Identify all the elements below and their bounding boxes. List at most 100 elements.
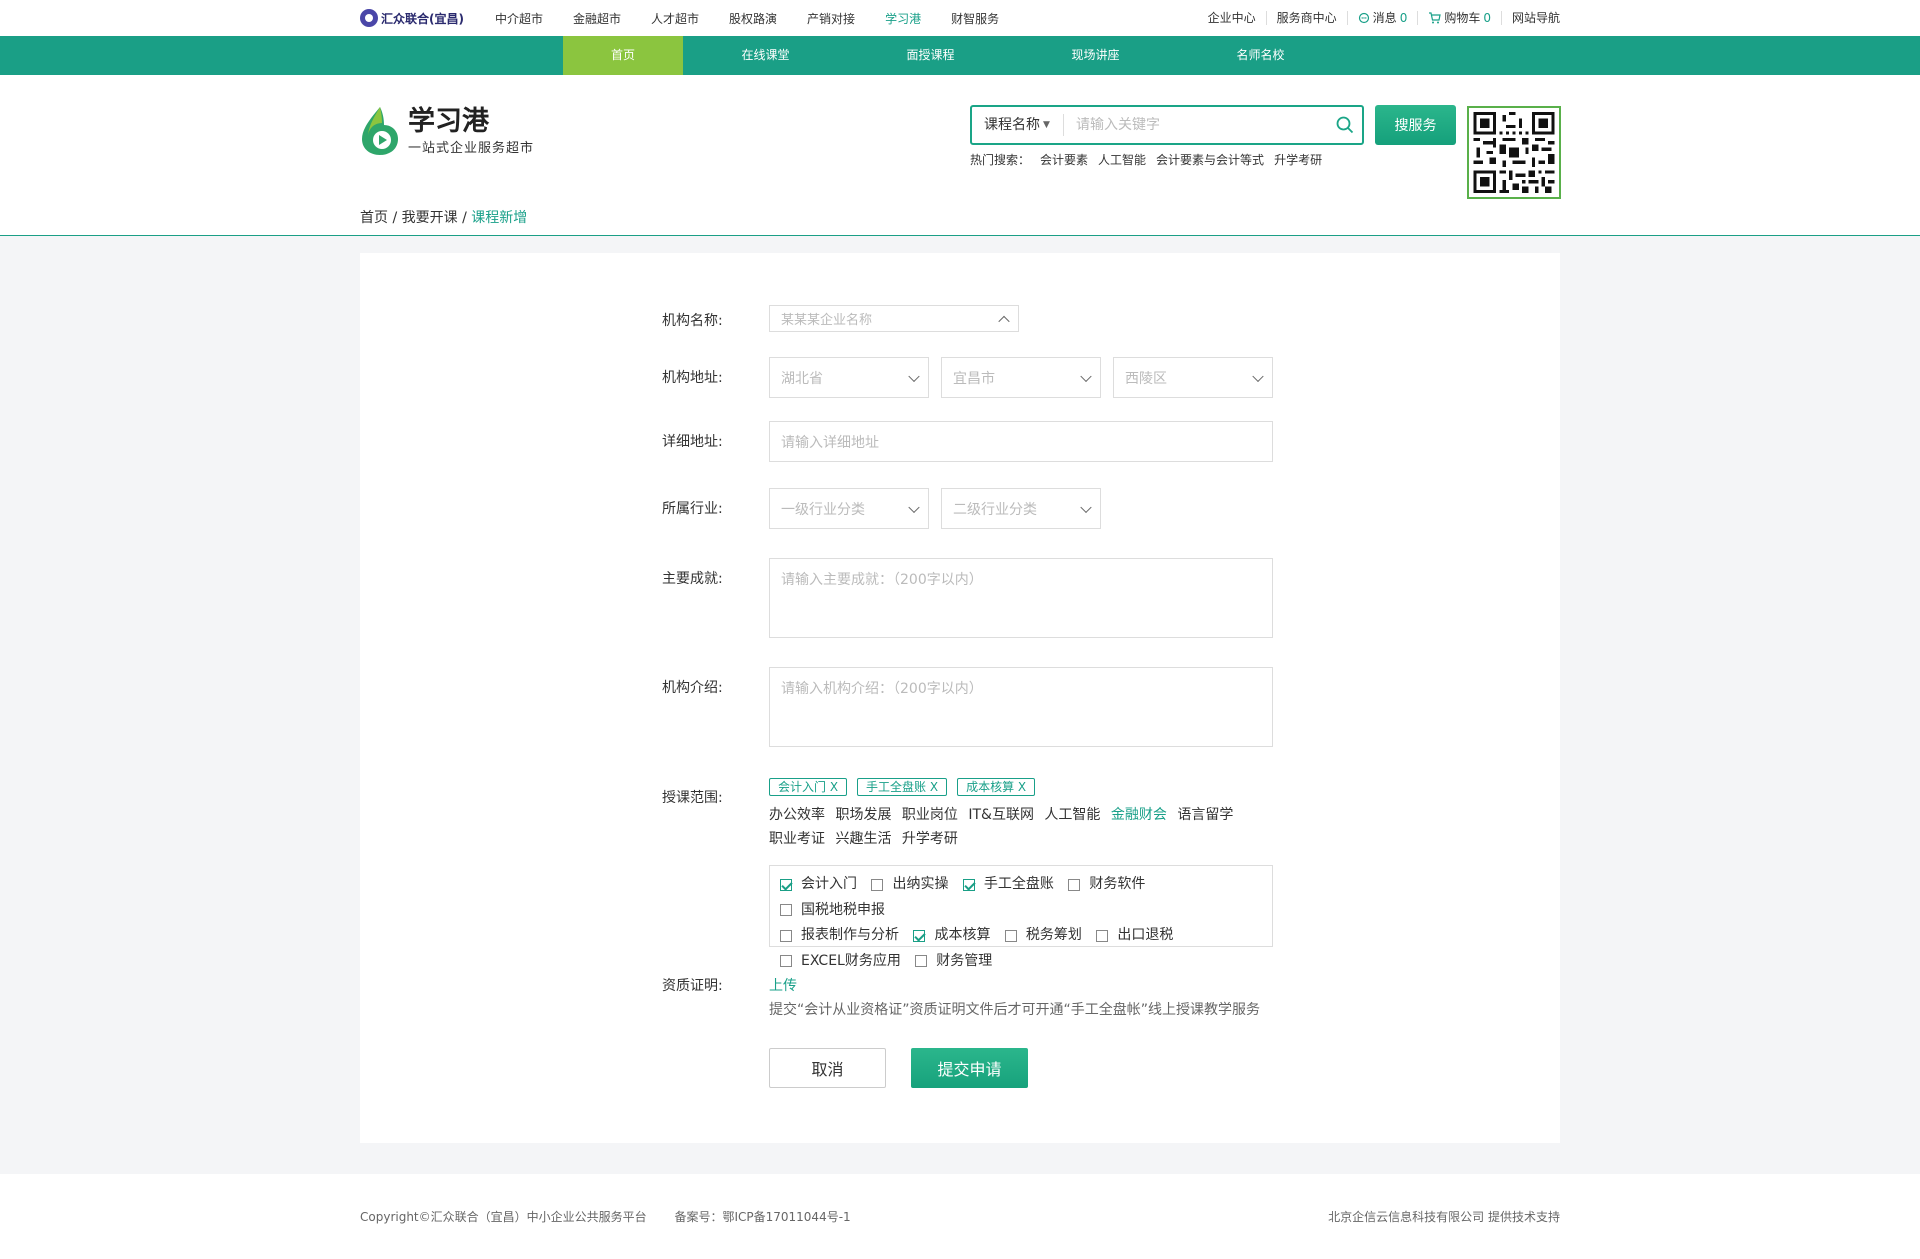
chevron-down-icon — [1252, 370, 1264, 382]
selected-tag[interactable]: 会计入门 X — [769, 778, 848, 796]
chevron-down-icon — [1080, 370, 1092, 382]
top-nav-item[interactable]: 财智服务 — [936, 10, 1014, 27]
category-item[interactable]: 职业考证 — [769, 831, 825, 847]
org-name-select[interactable]: 某某某企业名称 — [769, 305, 1019, 332]
selected-tag[interactable]: 成本核算 X — [957, 778, 1036, 796]
hot-search-term[interactable]: 升学考研 — [1274, 151, 1322, 168]
checkbox[interactable] — [1004, 929, 1017, 942]
top-nav-item[interactable]: 产销对接 — [792, 10, 870, 27]
upload-link[interactable]: 上传 — [769, 975, 797, 995]
district-select[interactable]: 西陵区 — [1113, 357, 1273, 398]
selected-tag[interactable]: 手工全盘账 X — [857, 778, 948, 796]
checkbox-item[interactable]: 税务筹划 — [1004, 924, 1082, 947]
achievements-label: 主要成就: — [662, 571, 723, 587]
subcategory-checklist: 会计入门 出纳实操 手工全盘账 财务软件 国税地税申报 报表制作与分析 成本核算… — [769, 865, 1273, 969]
category-item[interactable]: 升学考研 — [902, 831, 958, 847]
scope-label: 授课范围: — [662, 790, 723, 806]
site-logo[interactable]: 学习港 一站式企业服务超市 — [360, 105, 534, 157]
chevron-down-icon — [1080, 501, 1092, 513]
detail-address-input[interactable]: 请输入详细地址 — [769, 421, 1273, 462]
checkbox-checked[interactable] — [780, 878, 792, 891]
main-nav-item-lecture[interactable]: 现场讲座 — [1013, 36, 1178, 75]
org-address-label: 机构地址: — [662, 370, 723, 386]
messages-link[interactable]: 消息 0 — [1348, 11, 1419, 25]
main-nav-item-online[interactable]: 在线课堂 — [683, 36, 848, 75]
top-nav-item[interactable]: 中介超市 — [480, 10, 558, 27]
header: 学习港 一站式企业服务超市 课程名称 ▼ 搜服务 热门搜索： 会计要素 人工智能… — [0, 75, 1920, 236]
search-icon[interactable] — [1328, 116, 1362, 134]
checkbox[interactable] — [915, 955, 928, 967]
hot-search-term[interactable]: 人工智能 — [1098, 151, 1146, 168]
city-select[interactable]: 宜昌市 — [941, 357, 1101, 398]
main-nav-item-offline[interactable]: 面授课程 — [848, 36, 1013, 75]
checkbox-item[interactable]: 手工全盘账 — [962, 873, 1054, 896]
cancel-button[interactable]: 取消 — [769, 1048, 886, 1088]
category-item[interactable]: 职业岗位 — [902, 807, 958, 823]
checkbox[interactable] — [780, 929, 792, 942]
org-name-placeholder: 某某某企业名称 — [781, 313, 873, 328]
checkbox-item[interactable]: 出纳实操 — [871, 873, 948, 896]
checkbox-item[interactable]: EXCEL财务应用 — [780, 950, 901, 973]
submit-button[interactable]: 提交申请 — [911, 1048, 1028, 1088]
checkbox-checked[interactable] — [962, 878, 975, 891]
checkbox-item[interactable]: 会计入门 — [780, 873, 857, 896]
category-item[interactable]: 职场发展 — [835, 807, 891, 823]
checkbox-item[interactable]: 出口退税 — [1096, 924, 1173, 947]
checkbox[interactable] — [1068, 878, 1081, 891]
category-item[interactable]: IT&互联网 — [968, 807, 1034, 823]
checkbox-item[interactable]: 报表制作与分析 — [780, 924, 899, 947]
breadcrumb-parent[interactable]: 我要开课 — [402, 210, 458, 226]
hot-search-term[interactable]: 会计要素 — [1040, 151, 1088, 168]
service-center-link[interactable]: 服务商中心 — [1267, 11, 1348, 25]
category-item[interactable]: 兴趣生活 — [835, 831, 891, 847]
top-nav-item-active[interactable]: 学习港 — [870, 10, 936, 27]
top-bar: 汇众联合(宜昌) 中介超市 金融超市 人才超市 股权路演 产销对接 学习港 财智… — [0, 0, 1920, 36]
checkbox[interactable] — [1096, 929, 1109, 942]
province-select[interactable]: 湖北省 — [769, 357, 929, 398]
top-nav: 中介超市 金融超市 人才超市 股权路演 产销对接 学习港 财智服务 — [480, 10, 1014, 27]
checkbox-label: 出纳实操 — [892, 876, 949, 892]
hot-search-term[interactable]: 会计要素与会计等式 — [1156, 151, 1264, 168]
top-nav-item[interactable]: 人才超市 — [636, 10, 714, 27]
breadcrumb-home[interactable]: 首页 — [360, 210, 388, 226]
brand-name: 汇众联合(宜昌) — [381, 11, 464, 26]
enterprise-center-link[interactable]: 企业中心 — [1198, 11, 1267, 25]
checkbox-item[interactable]: 国税地税申报 — [780, 899, 885, 922]
checkbox-item[interactable]: 财务软件 — [1068, 873, 1145, 896]
top-nav-item[interactable]: 金融超市 — [558, 10, 636, 27]
checkbox[interactable] — [780, 955, 792, 967]
industry-label: 所属行业: — [662, 501, 723, 517]
main-nav-item-home[interactable]: 首页 — [563, 36, 683, 75]
checkbox[interactable] — [780, 904, 792, 916]
sitemap-link[interactable]: 网站导航 — [1502, 11, 1560, 25]
checkbox[interactable] — [871, 878, 884, 891]
checkbox-checked[interactable] — [913, 929, 926, 942]
search-input[interactable] — [1064, 117, 1328, 133]
intro-placeholder: 请输入机构介绍：（200字以内） — [781, 681, 983, 697]
chevron-up-icon — [998, 315, 1010, 327]
main-nav-item-teachers[interactable]: 名师名校 — [1178, 36, 1343, 75]
top-nav-item[interactable]: 股权路演 — [714, 10, 792, 27]
message-icon — [1358, 12, 1369, 24]
category-item[interactable]: 办公效率 — [769, 807, 825, 823]
cart-count: 0 — [1483, 11, 1491, 25]
industry-level1-select[interactable]: 一级行业分类 — [769, 488, 929, 529]
industry-level1-value: 一级行业分类 — [781, 501, 865, 518]
checkbox-label: EXCEL财务应用 — [801, 952, 901, 969]
category-item[interactable]: 语言留学 — [1177, 807, 1233, 823]
category-item[interactable]: 人工智能 — [1044, 807, 1100, 823]
checkbox-item[interactable]: 成本核算 — [913, 924, 990, 947]
search-button[interactable]: 搜服务 — [1375, 105, 1456, 145]
cart-link[interactable]: 购物车 0 — [1418, 11, 1502, 25]
chevron-down-icon — [908, 501, 920, 513]
search-category-select[interactable]: 课程名称 ▼ — [972, 114, 1064, 136]
industry-level2-select[interactable]: 二级行业分类 — [941, 488, 1101, 529]
intro-textarea[interactable]: 请输入机构介绍：（200字以内） — [769, 667, 1273, 747]
district-value: 西陵区 — [1125, 370, 1167, 387]
brand-logo[interactable]: 汇众联合(宜昌) — [360, 9, 464, 27]
checkbox-item[interactable]: 财务管理 — [915, 950, 992, 973]
achievements-textarea[interactable]: 请输入主要成就：（200字以内） — [769, 558, 1273, 638]
site-logo-icon — [362, 107, 398, 155]
qualification-hint: 提交“会计从业资格证”资质证明文件后才可开通“手工全盘帐”线上授课教学服务 — [769, 1002, 1261, 1018]
category-item-active[interactable]: 金融财会 — [1111, 807, 1167, 823]
